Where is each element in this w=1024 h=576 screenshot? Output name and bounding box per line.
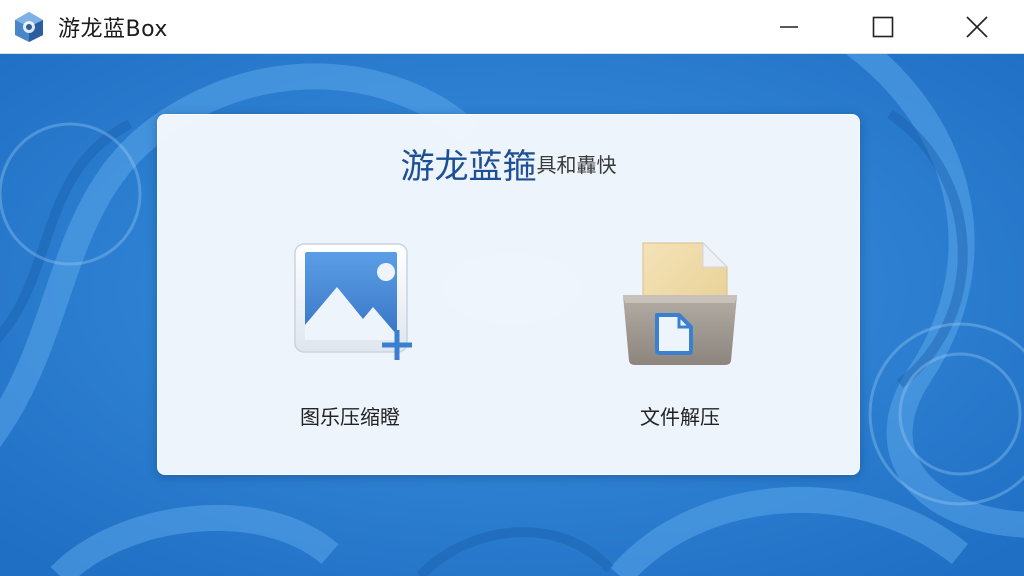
image-compress-tool[interactable]: 图乐压缩瞪 bbox=[250, 239, 450, 439]
minimize-button[interactable] bbox=[742, 0, 836, 54]
card-title-main: 游龙蓝箍 bbox=[400, 147, 537, 187]
image-compress-label: 图乐压缩瞪 bbox=[300, 405, 400, 429]
title-bar[interactable]: 游龙蓝Box bbox=[0, 0, 1024, 54]
card-title: 游龙蓝箍具和轟快 bbox=[158, 139, 859, 188]
card-title-sub: 具和轟快 bbox=[536, 153, 617, 177]
window-controls bbox=[742, 0, 1024, 54]
tools-card: 游龙蓝箍具和轟快 图乐压缩瞪 文件解压 bbox=[157, 114, 860, 475]
image-add-icon bbox=[294, 243, 412, 360]
folder-file-icon bbox=[623, 241, 737, 365]
main-content: 游龙蓝箍具和轟快 图乐压缩瞪 文件解压 bbox=[0, 54, 1024, 576]
file-extract-label: 文件解压 bbox=[640, 405, 720, 429]
maximize-icon bbox=[872, 16, 894, 38]
app-logo-icon bbox=[15, 11, 43, 42]
window-title: 游龙蓝Box bbox=[58, 16, 168, 42]
maximize-button[interactable] bbox=[836, 0, 930, 54]
file-extract-tool[interactable]: 文件解压 bbox=[580, 239, 780, 439]
close-icon bbox=[966, 16, 988, 38]
close-button[interactable] bbox=[930, 0, 1024, 54]
app-window: 游龙蓝Box 游龙蓝箍具和轟快 图乐压缩瞪 文件解压 bbox=[0, 0, 1024, 576]
minimize-icon bbox=[780, 26, 798, 28]
